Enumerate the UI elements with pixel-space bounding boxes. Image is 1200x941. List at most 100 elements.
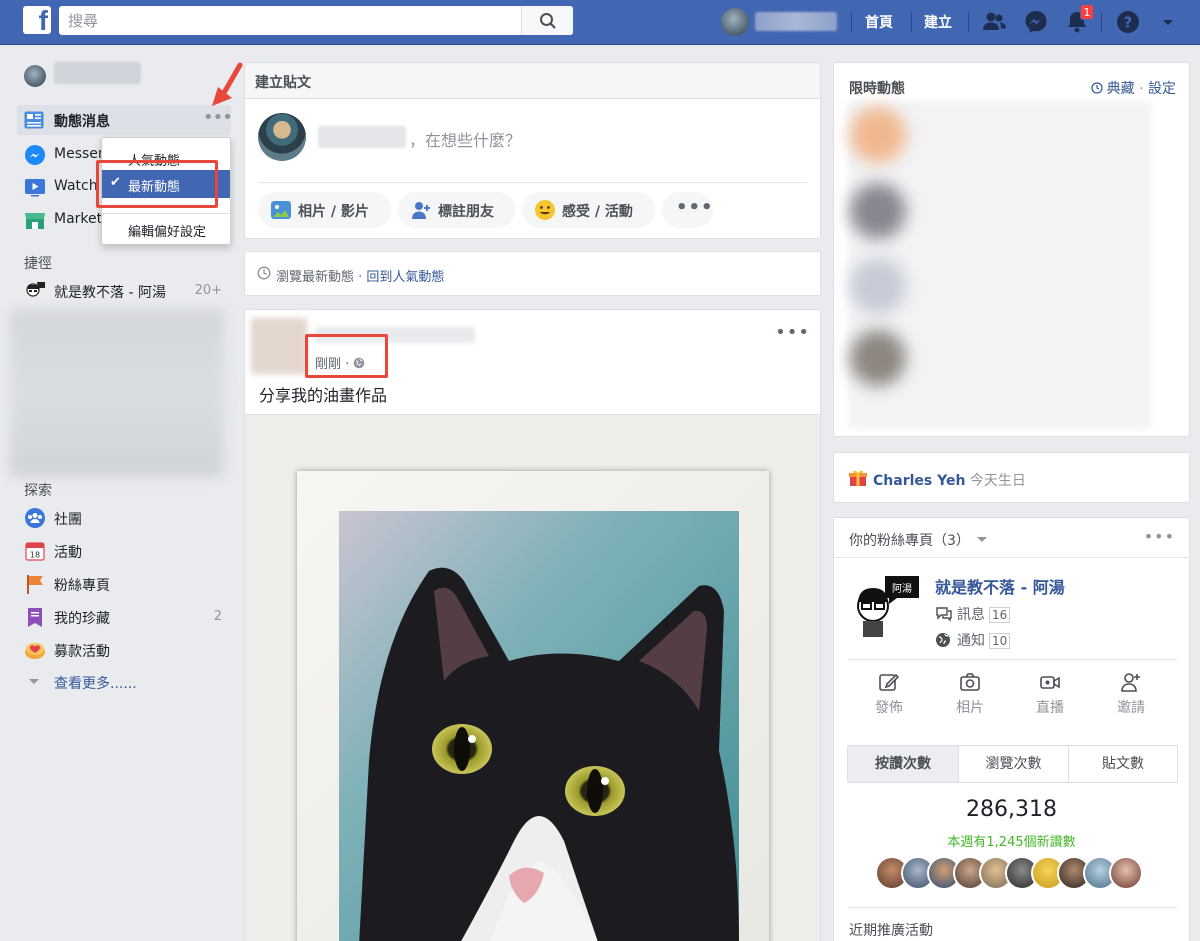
photo-button[interactable]: 相片	[930, 671, 1010, 717]
events-calendar-icon: 18	[25, 542, 45, 561]
sidebar-item-label: Watch	[54, 178, 98, 194]
live-button[interactable]: 直播	[1010, 671, 1090, 717]
page-avatar-icon	[26, 282, 45, 297]
separator: ·	[1134, 81, 1148, 97]
tab-views[interactable]: 瀏覽次數	[959, 746, 1068, 782]
feed-mode-bar: 瀏覽最新動態 · 回到人氣動態	[244, 251, 821, 296]
birthday-person-link[interactable]: Charles Yeh	[873, 473, 965, 489]
create-link[interactable]: 建立	[924, 12, 952, 32]
profile-name-blurred[interactable]	[54, 62, 141, 84]
globe-icon	[936, 633, 950, 647]
sidebar-item-saved[interactable]: 我的珍藏 2	[24, 605, 234, 629]
your-pages-title[interactable]: 你的粉絲專頁（3）	[849, 530, 988, 550]
user-name-blurred	[318, 126, 406, 148]
tab-posts[interactable]: 貼文數	[1069, 746, 1177, 782]
archive-link[interactable]: 典藏	[1107, 81, 1135, 97]
notifications-count: 10	[989, 633, 1011, 649]
story-avatar-blurred[interactable]	[850, 258, 906, 314]
facebook-logo[interactable]: f	[23, 5, 51, 36]
page-avatar-tag: 阿湯	[892, 582, 912, 595]
tag-friends-icon	[412, 202, 430, 219]
chevron-down-icon	[29, 679, 39, 684]
profile-name-blurred[interactable]	[755, 12, 837, 31]
messages-count: 16	[989, 607, 1011, 623]
annotation-arrow-icon	[212, 62, 243, 106]
photo-icon	[271, 201, 291, 219]
messenger-icon	[25, 145, 45, 165]
fan-avatar[interactable]	[1109, 856, 1143, 890]
search-icon	[540, 13, 556, 29]
explore-heading: 探索	[24, 483, 52, 499]
story-avatar-blurred[interactable]	[850, 330, 906, 386]
feed-post: 剛剛 · ••• 分享我的油畫作品	[244, 309, 821, 941]
menu-item-label: 編輯偏好設定	[128, 225, 207, 240]
feeling-activity-button[interactable]: 感受 / 活動	[522, 192, 655, 228]
menu-item-label: 最新動態	[128, 180, 181, 195]
page-name-link[interactable]: 就是教不落 - 阿湯	[935, 574, 1065, 598]
menu-item-top-stories[interactable]: 人氣動態	[102, 144, 230, 172]
search-box	[59, 6, 573, 35]
messenger-icon[interactable]	[1022, 8, 1050, 36]
more-icon: •••	[676, 197, 714, 218]
sidebar-item-label: 我的珍藏	[54, 611, 110, 627]
sidebar-item-pages[interactable]: 粉絲專頁	[24, 572, 234, 596]
watch-icon	[25, 179, 45, 197]
publish-button[interactable]: 發佈	[849, 671, 929, 717]
messages-icon	[936, 607, 952, 622]
page-avatar[interactable]: 阿湯	[847, 574, 921, 640]
tab-likes[interactable]: 按讚次數	[848, 746, 958, 782]
sidebar-item-news-feed[interactable]: 動態消息 •••	[17, 105, 233, 135]
birthday-card: Charles Yeh 今天生日	[833, 452, 1190, 503]
cat-oil-painting-image	[339, 511, 739, 941]
svg-text:?: ?	[1124, 14, 1133, 32]
sidebar-item-events[interactable]: 18 活動	[24, 539, 234, 563]
more-options-button[interactable]: •••	[662, 192, 713, 228]
page-notifications[interactable]: 通知 10	[935, 630, 1011, 650]
photo-video-button[interactable]: 相片 / 影片	[258, 192, 391, 228]
recent-label: 瀏覽最新動態 ·	[276, 270, 367, 285]
post-image[interactable]	[245, 414, 820, 941]
birthday-text: Charles Yeh 今天生日	[873, 470, 1026, 490]
feed-mode-text: 瀏覽最新動態 · 回到人氣動態	[276, 266, 444, 285]
story-avatar-blurred[interactable]	[850, 183, 906, 239]
friend-requests-icon[interactable]	[980, 8, 1008, 36]
groups-icon	[25, 508, 45, 528]
clock-icon	[1091, 82, 1103, 94]
poster-avatar-blurred[interactable]	[251, 318, 307, 374]
account-menu-chevron-icon[interactable]	[1158, 8, 1186, 36]
profile-avatar[interactable]	[24, 65, 46, 87]
news-feed-options-icon[interactable]: •••	[203, 107, 233, 128]
sidebar-item-fundraisers[interactable]: 募款活動	[24, 638, 234, 662]
divider	[911, 12, 912, 32]
divider	[1101, 12, 1102, 32]
post-input-prompt[interactable]: ，在想些什麼？	[409, 127, 521, 151]
marketplace-icon	[25, 213, 45, 229]
post-timestamp[interactable]: 剛剛 ·	[315, 353, 365, 372]
pages-options-icon[interactable]: •••	[1144, 527, 1175, 546]
poster-name-blurred[interactable]	[315, 327, 475, 343]
menu-item-most-recent[interactable]: ✔ 最新動態	[102, 170, 230, 198]
post-options-icon[interactable]: •••	[775, 322, 810, 343]
sidebar-item-label: 募款活動	[54, 644, 110, 660]
divider	[848, 907, 1177, 908]
search-input[interactable]	[59, 6, 519, 35]
news-feed-icon	[24, 111, 44, 129]
tag-friends-button[interactable]: 標註朋友	[398, 192, 515, 228]
story-avatar-blurred[interactable]	[850, 107, 906, 163]
back-to-top-stories-link[interactable]: 回到人氣動態	[366, 270, 444, 285]
home-link[interactable]: 首頁	[865, 12, 893, 32]
invite-button[interactable]: 邀請	[1091, 671, 1171, 717]
page-messages[interactable]: 訊息 16	[935, 604, 1011, 624]
shortcut-item-page[interactable]: 就是教不落 - 阿湯 20+	[24, 279, 234, 303]
sidebar-item-groups[interactable]: 社團	[24, 506, 234, 530]
profile-avatar[interactable]	[721, 8, 749, 36]
menu-item-edit-preferences[interactable]: 編輯偏好設定	[102, 215, 230, 243]
smiley-icon	[535, 200, 555, 220]
messages-label: 訊息	[957, 607, 985, 623]
search-button[interactable]	[521, 6, 573, 35]
help-icon[interactable]: ?	[1114, 8, 1142, 36]
see-more-label: 查看更多......	[54, 676, 137, 692]
divider	[848, 659, 1177, 660]
settings-link[interactable]: 設定	[1148, 81, 1176, 97]
sidebar-item-label: 動態消息	[54, 114, 110, 130]
